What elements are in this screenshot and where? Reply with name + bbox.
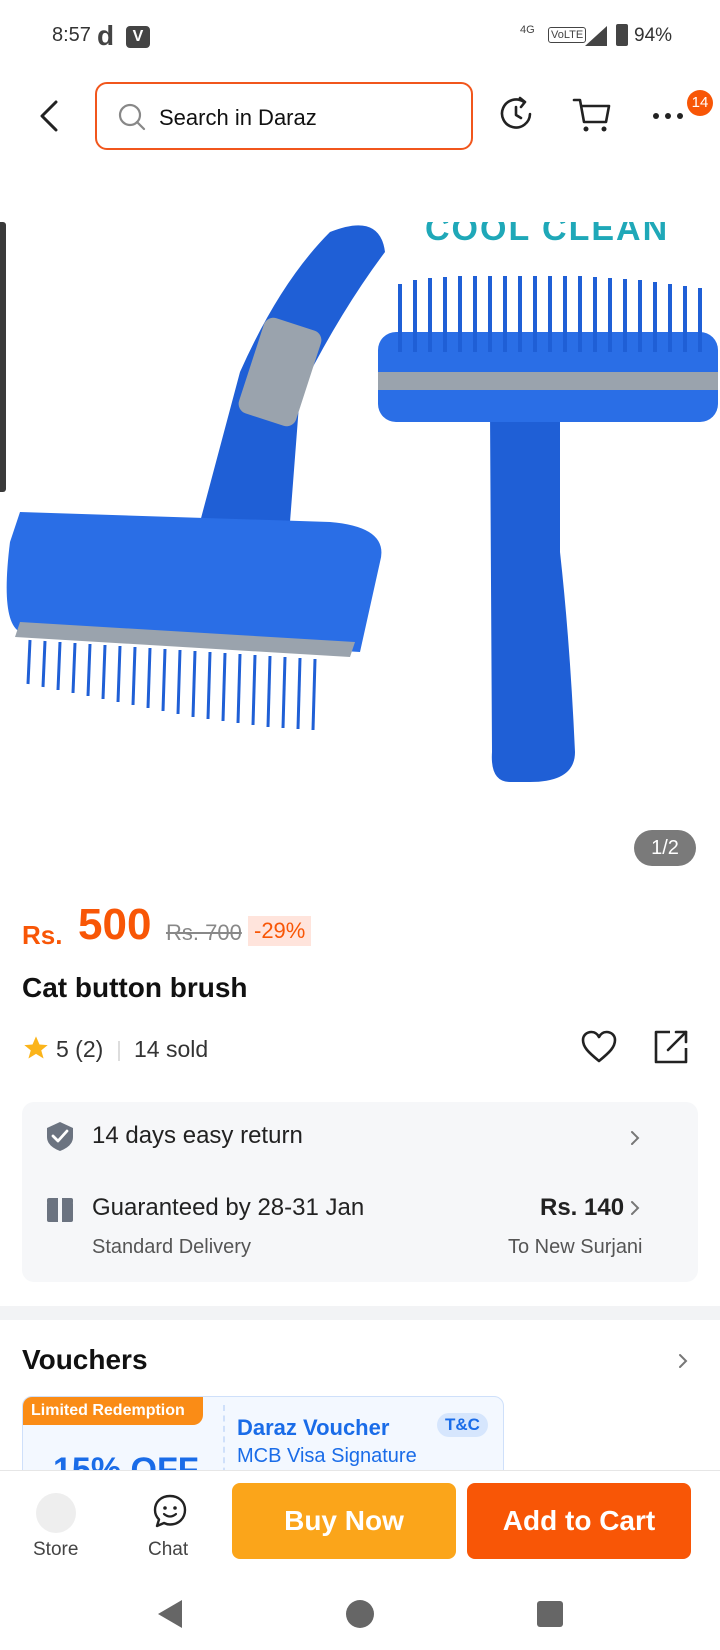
history-icon[interactable] — [494, 92, 538, 136]
product-image: COOL CLEAN — [6, 222, 718, 782]
discount-badge: -29% — [248, 916, 312, 946]
product-page: 8:57 d V 4G VoLTE 94% Search in Daraz 14… — [0, 0, 720, 1650]
chat-label: Chat — [148, 1539, 189, 1560]
product-title: Cat button brush — [22, 972, 248, 1003]
delivery-guarantee-text: Guaranteed by 28-31 Jan — [92, 1194, 365, 1221]
chat-icon — [153, 1494, 187, 1528]
nav-recents-icon[interactable] — [537, 1601, 563, 1627]
battery-percent: 94% — [634, 25, 673, 46]
share-icon[interactable] — [650, 1026, 692, 1068]
image-counter: 1/2 — [634, 830, 696, 866]
voucher-description: MCB Visa Signature — [237, 1445, 417, 1467]
search-icon — [118, 103, 146, 131]
buy-now-button[interactable]: Buy Now — [232, 1483, 456, 1559]
nav-home-icon[interactable] — [346, 1600, 374, 1628]
bottom-action-bar: Store Chat Buy Now Add to Cart — [0, 1470, 720, 1580]
back-arrow-icon[interactable] — [34, 98, 66, 134]
previous-image-edge — [0, 222, 6, 492]
signal-icon — [585, 26, 607, 46]
more-badge: 14 — [687, 90, 713, 116]
heart-icon[interactable] — [578, 1026, 620, 1068]
store-label: Store — [33, 1539, 79, 1560]
star-icon — [24, 1036, 48, 1059]
delivery-fee: Rs. 140 — [540, 1194, 625, 1221]
limited-redemption-tag: Limited Redemption — [23, 1397, 203, 1425]
product-image-gallery[interactable]: COOL CLEAN — [0, 222, 720, 882]
store-icon — [36, 1493, 76, 1533]
rating-separator — [118, 1041, 120, 1061]
network-type: 4G — [520, 24, 535, 36]
battery-icon — [616, 24, 628, 46]
status-time: 8:57 — [52, 24, 91, 46]
return-policy-text: 14 days easy return — [92, 1122, 303, 1149]
services-card: 14 days easy return Guaranteed by 28-31 … — [22, 1102, 698, 1282]
chevron-right-icon — [631, 1131, 640, 1145]
shield-check-icon — [47, 1122, 73, 1151]
original-price: Rs. 700 — [166, 920, 242, 945]
terms-badge[interactable]: T&C — [437, 1413, 488, 1437]
delivery-box-icon — [47, 1198, 73, 1222]
system-nav-bar — [0, 1580, 720, 1650]
search-placeholder: Search in Daraz — [159, 105, 317, 130]
volte-indicator: VoLTE — [548, 27, 587, 43]
add-to-cart-button[interactable]: Add to Cart — [467, 1483, 691, 1559]
delivery-type: Standard Delivery — [92, 1236, 251, 1258]
section-divider — [0, 1306, 720, 1320]
svg-text:COOL CLEAN: COOL CLEAN — [425, 222, 669, 248]
rating-value[interactable]: 5 (2) — [56, 1036, 103, 1063]
voucher-name: Daraz Voucher — [237, 1415, 390, 1440]
rating-row: 5 (2) 14 sold — [22, 1030, 702, 1072]
top-header: Search in Daraz — [0, 78, 720, 152]
price-currency: Rs. — [22, 920, 63, 950]
app-notification-icon: d — [97, 20, 115, 51]
sold-count: 14 sold — [134, 1036, 209, 1062]
chevron-right-icon — [631, 1201, 640, 1215]
vouchers-heading[interactable]: Vouchers — [22, 1344, 148, 1376]
delivery-destination: To New Surjani — [508, 1236, 643, 1258]
app-v-icon: V — [126, 26, 150, 48]
cart-icon[interactable] — [570, 92, 614, 136]
status-bar: 8:57 d V 4G VoLTE 94% — [0, 0, 720, 72]
nav-back-icon[interactable] — [158, 1600, 182, 1628]
chevron-right-icon[interactable] — [676, 1350, 690, 1372]
price-value: 500 — [78, 900, 152, 949]
search-input[interactable]: Search in Daraz — [95, 82, 473, 150]
more-icon[interactable] — [646, 92, 690, 136]
